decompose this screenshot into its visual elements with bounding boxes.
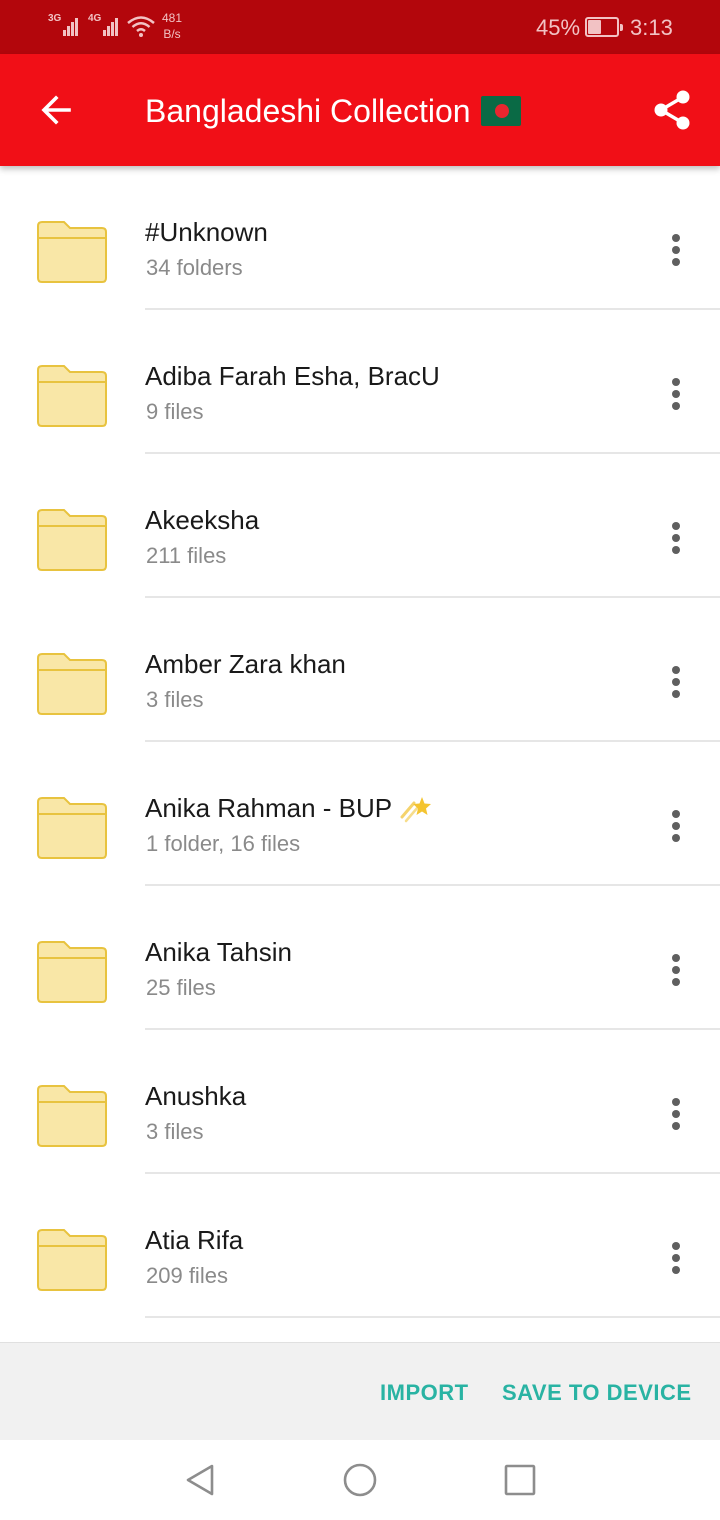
battery-level-fill (588, 20, 601, 34)
folder-name: Anushka (145, 1080, 246, 1112)
bottom-action-bar: IMPORT SAVE TO DEVICE (0, 1342, 720, 1440)
folder-icon (37, 509, 107, 571)
more-vert-icon (672, 234, 680, 242)
arrow-back-icon (41, 95, 71, 125)
more-options-button[interactable] (656, 372, 696, 416)
toolbar-title-group: Bangladeshi Collection (145, 90, 521, 132)
more-vert-icon (672, 666, 680, 674)
more-vert-icon (672, 378, 680, 386)
folder-icon (37, 1085, 107, 1147)
more-vert-icon (672, 810, 680, 818)
folder-icon-wrap (36, 652, 108, 721)
folder-name-text: Akeeksha (145, 505, 260, 535)
clock: 3:13 (630, 15, 673, 40)
share-icon (654, 90, 690, 130)
more-options-button[interactable] (656, 660, 696, 704)
row-divider (145, 1316, 720, 1318)
folder-icon-wrap (36, 1084, 108, 1153)
folder-name: Akeeksha (145, 504, 259, 536)
folder-name: Adiba Farah Esha, BracU (145, 360, 440, 392)
more-options-button[interactable] (656, 516, 696, 560)
folder-name-text: Anika Tahsin (145, 937, 292, 967)
more-options-button[interactable] (656, 1236, 696, 1280)
folder-name: Amber Zara khan (145, 648, 346, 680)
page-title: Bangladeshi Collection (145, 93, 471, 129)
network-speed: 481 B/s (162, 10, 182, 42)
battery-percent: 45% (536, 15, 581, 40)
network-type-label: 4G (88, 13, 102, 24)
folder-name: #Unknown (145, 216, 268, 248)
folder-icon (37, 365, 107, 427)
wifi-icon (127, 16, 155, 37)
folder-row[interactable]: Atia Rifa 209 files (0, 1174, 720, 1318)
folder-row[interactable]: #Unknown 34 folders (0, 166, 720, 310)
folder-icon-wrap (36, 364, 108, 433)
folder-meta: 3 files (146, 1119, 204, 1144)
share-button[interactable] (648, 86, 696, 134)
app-screen: 3G 4G 481 B/s 45% 3:13 Bangladeshi Colle… (0, 0, 720, 1520)
system-nav-bar (0, 1440, 720, 1520)
save-to-device-button[interactable]: SAVE TO DEVICE (502, 1379, 692, 1407)
more-vert-icon (672, 954, 680, 962)
more-options-button[interactable] (656, 228, 696, 272)
folder-icon (37, 941, 107, 1003)
folder-list[interactable]: #Unknown 34 folders Adiba Farah Esha, Brac… (0, 166, 720, 1342)
more-vert-icon (672, 1098, 680, 1106)
folder-row[interactable]: Anushka 3 files (0, 1030, 720, 1174)
folder-icon (37, 221, 107, 283)
folder-row[interactable]: Anika Rahman - BUP 1 folder, 16 files (0, 742, 720, 886)
folder-row[interactable]: Amber Zara khan 3 files (0, 598, 720, 742)
import-button[interactable]: IMPORT (380, 1379, 469, 1407)
signal-4g-icon: 4G (88, 14, 119, 36)
bangladesh-flag-icon (480, 96, 521, 126)
folder-meta: 34 folders (146, 255, 243, 280)
folder-meta: 1 folder, 16 files (146, 831, 301, 856)
folder-icon (37, 1229, 107, 1291)
folder-name-text: Atia Rifa (145, 1225, 244, 1255)
folder-icon-wrap (36, 508, 108, 577)
folder-name: Anika Rahman - BUP (145, 792, 432, 825)
more-vert-icon (672, 522, 680, 530)
nav-back-icon[interactable] (182, 1462, 218, 1498)
more-options-button[interactable] (656, 804, 696, 848)
folder-meta: 9 files (146, 399, 204, 424)
folder-name-text: Anika Rahman - BUP (145, 793, 393, 823)
folder-icon-wrap (36, 940, 108, 1009)
folder-name-text: Adiba Farah Esha, BracU (145, 361, 440, 391)
folder-icon-wrap (36, 796, 108, 865)
battery-icon (585, 17, 623, 37)
network-type-label: 3G (48, 13, 62, 24)
folder-row[interactable]: Akeeksha 211 files (0, 454, 720, 598)
folder-icon (37, 797, 107, 859)
folder-icon (37, 653, 107, 715)
folder-row[interactable]: Adiba Farah Esha, BracU 9 files (0, 310, 720, 454)
network-speed-unit: B/s (163, 27, 181, 41)
nav-home-icon[interactable] (342, 1462, 378, 1498)
folder-meta: 25 files (146, 975, 216, 1000)
status-bar: 3G 4G 481 B/s 45% 3:13 (0, 0, 720, 54)
folder-meta: 211 files (146, 543, 227, 568)
shooting-star-icon (400, 797, 432, 823)
more-vert-icon (672, 1242, 680, 1250)
nav-recents-icon[interactable] (502, 1462, 538, 1498)
folder-name-text: Amber Zara khan (145, 649, 346, 679)
app-toolbar: Bangladeshi Collection (0, 54, 720, 166)
folder-icon-wrap (36, 1228, 108, 1297)
folder-name: Anika Tahsin (145, 936, 292, 968)
folder-meta: 3 files (146, 687, 204, 712)
folder-name-text: Anushka (145, 1081, 247, 1111)
network-speed-value: 481 (162, 11, 183, 25)
folder-meta: 209 files (146, 1263, 228, 1288)
signal-3g-icon: 3G (48, 14, 79, 36)
folder-row[interactable]: Anika Tahsin 25 files (0, 886, 720, 1030)
folder-name: Atia Rifa (145, 1224, 243, 1256)
more-options-button[interactable] (656, 948, 696, 992)
folder-name-text: #Unknown (145, 217, 268, 247)
back-button[interactable] (28, 82, 84, 138)
more-options-button[interactable] (656, 1092, 696, 1136)
folder-icon-wrap (36, 220, 108, 289)
